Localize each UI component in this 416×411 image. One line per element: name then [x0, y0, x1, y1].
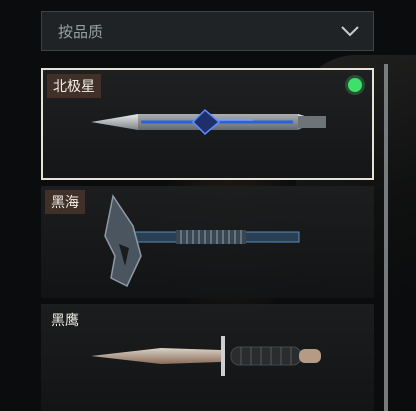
combat-knife-icon: [91, 108, 326, 136]
dagger-icon: [91, 336, 321, 376]
quality-filter-dropdown[interactable]: 按品质: [41, 11, 374, 51]
weapon-card-black-hawk[interactable]: 黑鹰: [41, 304, 374, 411]
chevron-down-icon[interactable]: [339, 20, 361, 42]
weapon-card-black-sea[interactable]: 黑海: [41, 186, 374, 298]
quality-filter-label: 按品质: [58, 22, 104, 41]
list-scrollbar[interactable]: [384, 64, 388, 411]
tomahawk-axe-icon: [104, 194, 300, 288]
weapon-card-polaris[interactable]: 北极星: [41, 68, 374, 180]
weapon-list: 北极星 黑海 黑鹰: [41, 64, 381, 411]
